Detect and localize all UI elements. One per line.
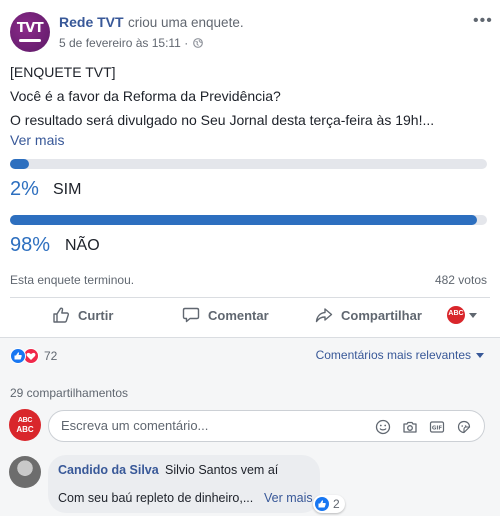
current-page-avatar: ABC ABC xyxy=(9,409,41,441)
post-action-text: criou uma enquete. xyxy=(128,15,244,30)
poll-fill xyxy=(10,215,478,225)
page-name-link[interactable]: Rede TVT xyxy=(59,14,124,30)
post-timestamp[interactable]: 5 de fevereiro às 15:11 · xyxy=(59,36,188,50)
page-avatar-logo: TVT xyxy=(16,21,44,36)
avatar-text-top: ABC xyxy=(17,417,33,424)
comment-reaction-badge[interactable]: 2 xyxy=(313,495,345,513)
like-reaction-icon xyxy=(315,497,329,511)
reaction-count: 72 xyxy=(44,349,58,363)
commenter-name-link[interactable]: Candido da Silva xyxy=(58,463,159,477)
comment-see-more-link[interactable]: Ver mais xyxy=(264,491,313,505)
more-options-icon[interactable]: ••• xyxy=(473,12,493,30)
divider xyxy=(0,337,500,338)
thumbs-up-icon xyxy=(53,307,70,323)
poll-option-nao: NÃO xyxy=(65,237,100,254)
poll-post: TVT Rede TVT criou uma enquete. 5 de fev… xyxy=(0,0,500,516)
poll-vote-count[interactable]: 482 votos xyxy=(435,273,487,287)
comment-icon xyxy=(182,307,200,323)
poll-percent-sim: 2% xyxy=(10,178,39,200)
poll-fill xyxy=(10,159,30,169)
post-text-line-1: [ENQUETE TVT] xyxy=(10,64,116,80)
divider xyxy=(10,297,490,298)
like-label: Curtir xyxy=(78,307,114,323)
share-button[interactable]: Compartilhar xyxy=(315,300,422,330)
poll-option-sim: SIM xyxy=(53,181,82,198)
comment-sort-label: Comentários mais relevantes xyxy=(315,348,471,362)
page-avatar[interactable]: TVT xyxy=(10,12,50,52)
share-icon xyxy=(315,308,333,323)
sticker-icon[interactable] xyxy=(456,419,472,435)
comment-input[interactable] xyxy=(61,418,361,433)
poll-status: Esta enquete terminou. xyxy=(10,273,135,287)
chevron-down-icon xyxy=(469,312,477,318)
page-mini-avatar: ABC xyxy=(447,306,465,324)
comment-button[interactable]: Comentar xyxy=(182,300,269,330)
globe-icon xyxy=(193,38,203,48)
gif-icon[interactable]: GIF xyxy=(429,419,445,435)
comment-text-second: Com seu baú repleto de dinheiro,... xyxy=(58,491,254,505)
svg-text:GIF: GIF xyxy=(432,426,443,432)
like-button[interactable]: Curtir xyxy=(52,300,113,330)
poll-percent-nao: 98% xyxy=(10,234,51,256)
comment-composer[interactable]: GIF xyxy=(48,410,485,442)
camera-icon[interactable] xyxy=(402,419,418,435)
comment-sort-dropdown[interactable]: Comentários mais relevantes xyxy=(316,348,484,362)
poll-bar-sim xyxy=(10,159,487,169)
like-reaction-icon xyxy=(10,348,26,364)
emoji-icon[interactable] xyxy=(375,419,391,435)
page-avatar-bar xyxy=(19,39,41,42)
comment-text-first: Silvio Santos vem aí xyxy=(165,463,279,477)
reaction-summary[interactable]: 72 xyxy=(10,348,57,364)
comment-label: Comentar xyxy=(208,307,269,323)
comment-reaction-count: 2 xyxy=(333,497,340,511)
poll-bar-nao xyxy=(10,215,487,225)
chevron-down-icon xyxy=(476,352,484,358)
share-count[interactable]: 29 compartilhamentos xyxy=(10,386,128,400)
share-label: Compartilhar xyxy=(341,307,422,323)
post-text-line-2: Você é a favor da Reforma da Previdência… xyxy=(10,88,281,104)
post-text-line-3: O resultado será divulgado no Seu Jornal… xyxy=(10,112,435,128)
page-mini-avatar-text: ABC xyxy=(448,310,464,317)
post-as-selector[interactable]: ABC xyxy=(447,306,477,324)
avatar-text-bottom: ABC xyxy=(16,425,34,434)
see-more-link[interactable]: Ver mais xyxy=(10,132,64,148)
commenter-avatar[interactable] xyxy=(9,456,41,488)
